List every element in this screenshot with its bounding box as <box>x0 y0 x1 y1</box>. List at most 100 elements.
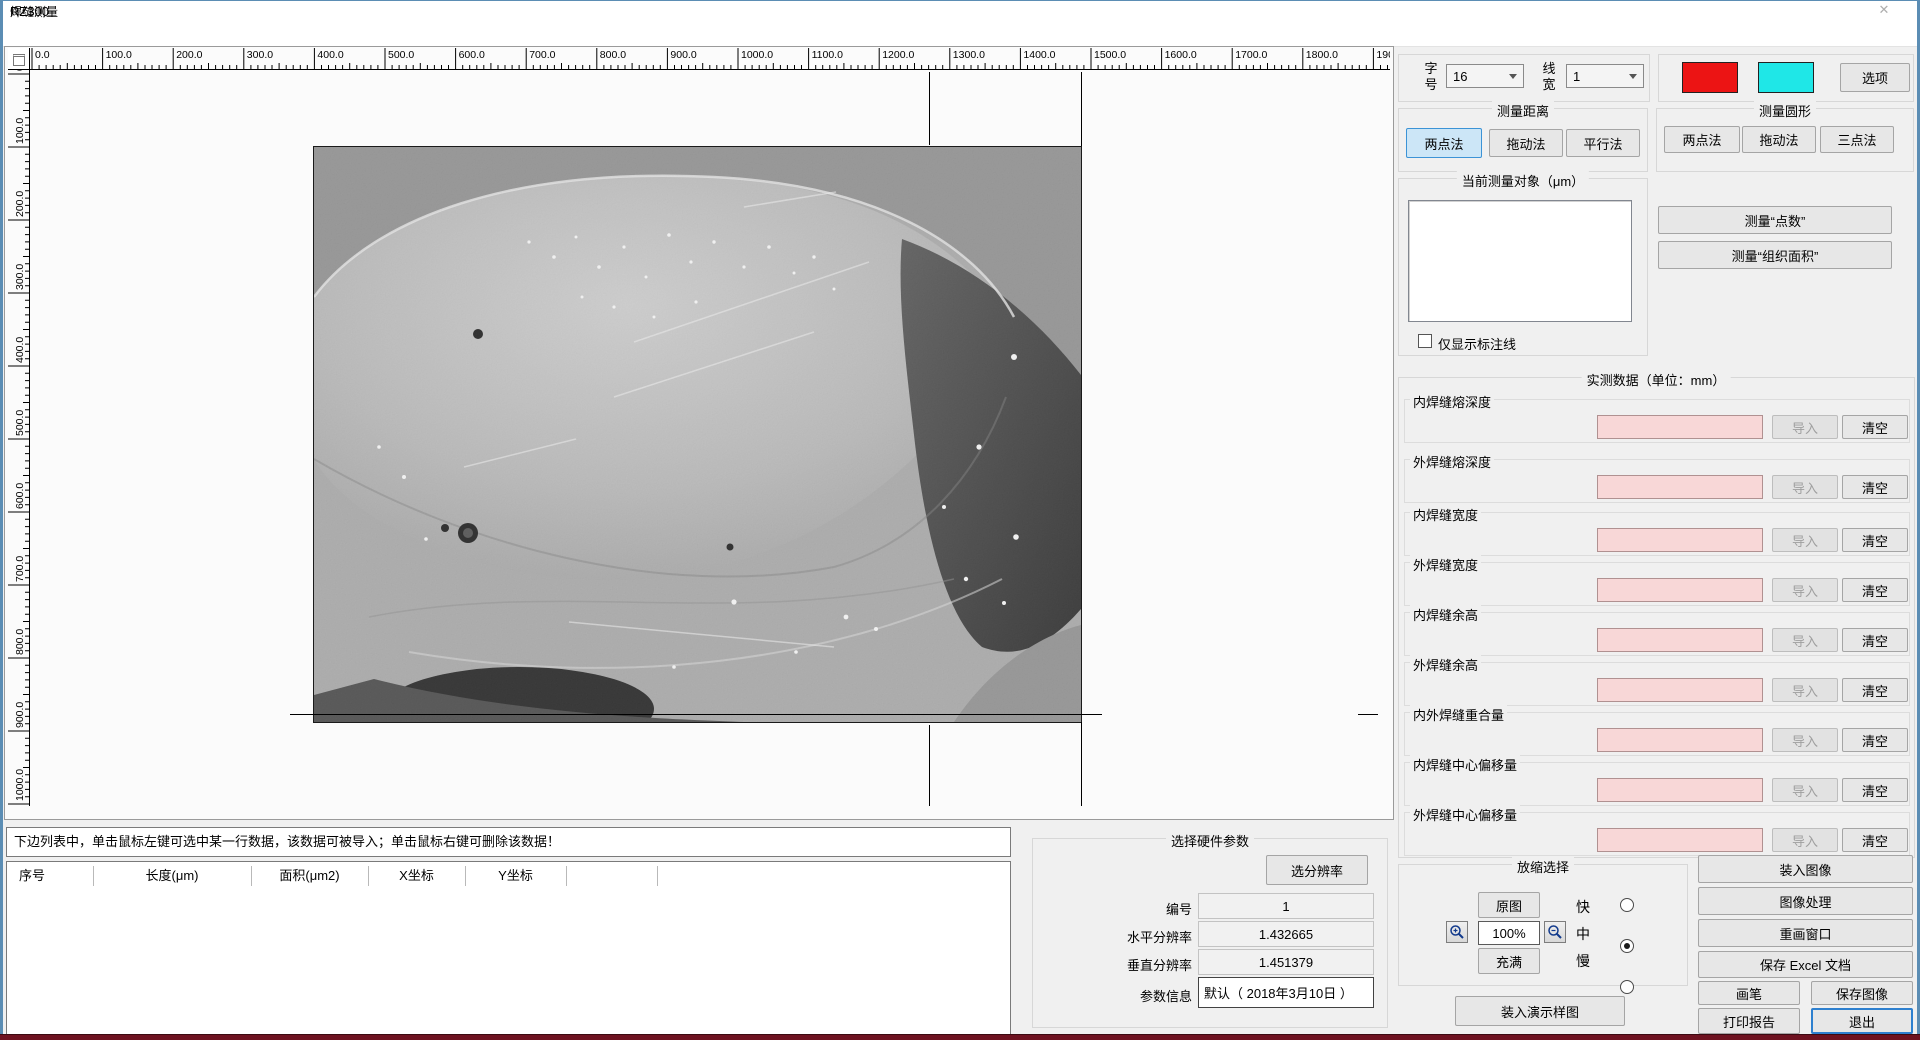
measurement-row-label: 内焊缝宽度 <box>1410 505 1481 524</box>
import-button[interactable]: 导入 <box>1772 628 1838 652</box>
circle-two-point-button[interactable]: 两点法 <box>1664 126 1740 153</box>
measurement-value-field[interactable] <box>1597 678 1763 702</box>
import-button[interactable]: 导入 <box>1772 778 1838 802</box>
clear-button[interactable]: 清空 <box>1842 528 1908 552</box>
hruler-label: 1700.0 <box>1235 49 1267 61</box>
measurement-table[interactable]: 序号长度(μm)面积(μm2)X坐标Y坐标 <box>6 861 1011 1035</box>
zoom-percent-field[interactable]: 100% <box>1478 921 1540 945</box>
clear-button[interactable]: 清空 <box>1842 415 1908 439</box>
field-id[interactable]: 1 <box>1198 893 1374 919</box>
print-report-button[interactable]: 打印报告 <box>1698 1008 1800 1034</box>
field-vres[interactable]: 1.451379 <box>1198 949 1374 975</box>
distance-drag-button[interactable]: 拖动法 <box>1489 129 1563 157</box>
table-header-divider <box>93 866 94 886</box>
zoom-groupbox <box>1398 864 1688 986</box>
vruler-label: 0.0 <box>14 70 26 71</box>
measurement-row-label: 内焊缝熔深度 <box>1410 392 1494 411</box>
import-button[interactable]: 导入 <box>1772 528 1838 552</box>
import-button[interactable]: 导入 <box>1772 728 1838 752</box>
measurement-row-label: 内外焊缝重合量 <box>1410 705 1507 724</box>
zoom-fill-button[interactable]: 充满 <box>1478 948 1540 974</box>
field-paraminfo[interactable]: 默认（ 2018年3月10日 ） <box>1198 977 1374 1008</box>
vertical-guide-line-bottom <box>929 725 930 806</box>
vruler-label: 100.0 <box>14 118 26 144</box>
field-label-paraminfo: 参数信息 <box>1040 986 1192 1005</box>
measure-points-button[interactable]: 测量“点数” <box>1658 206 1892 234</box>
clear-button[interactable]: 清空 <box>1842 678 1908 702</box>
menu-item-rz300[interactable]: RZ300 <box>10 4 49 19</box>
image-processing-button[interactable]: 图像处理 <box>1698 887 1913 915</box>
measurement-value-field[interactable] <box>1597 728 1763 752</box>
speed-slow-radio[interactable] <box>1620 980 1634 994</box>
hruler-label: 200.0 <box>176 49 202 61</box>
hruler-label: 500.0 <box>388 49 414 61</box>
vruler-label: 600.0 <box>14 483 26 509</box>
clear-button[interactable]: 清空 <box>1842 778 1908 802</box>
import-button[interactable]: 导入 <box>1772 578 1838 602</box>
speed-fast-radio[interactable] <box>1620 898 1634 912</box>
circle-group-title: 测量圆形 <box>1754 101 1816 120</box>
show-annotation-only-label: 仅显示标注线 <box>1438 334 1516 353</box>
zoom-out-icon[interactable] <box>1544 921 1566 943</box>
save-image-button[interactable]: 保存图像 <box>1811 981 1913 1005</box>
redraw-window-button[interactable]: 重画窗口 <box>1698 919 1913 947</box>
table-header-cell[interactable]: 序号 <box>7 867 93 885</box>
hruler-label: 600.0 <box>459 49 485 61</box>
import-button[interactable]: 导入 <box>1772 415 1838 439</box>
weld-specimen-image[interactable] <box>313 146 1082 723</box>
vertical-guide-line-right-bottom <box>1081 722 1082 806</box>
measure-color-swatch-red[interactable] <box>1682 62 1738 93</box>
zoom-original-button[interactable]: 原图 <box>1478 892 1540 918</box>
load-demo-image-button[interactable]: 装入演示样图 <box>1455 996 1625 1026</box>
font-size-dropdown[interactable]: 16 <box>1446 64 1524 88</box>
field-hres[interactable]: 1.432665 <box>1198 921 1374 947</box>
application-window: 焊缝测量 ✕ RZ300 0.0100.0200.0300.0400.0500.… <box>0 0 1920 1040</box>
table-header-cell[interactable]: X坐标 <box>368 867 465 885</box>
options-button[interactable]: 选项 <box>1840 63 1910 92</box>
import-button[interactable]: 导入 <box>1772 475 1838 499</box>
table-header-cell[interactable]: Y坐标 <box>465 867 566 885</box>
speed-fast-label: 快 <box>1576 897 1590 917</box>
distance-two-point-button[interactable]: 两点法 <box>1406 128 1482 158</box>
load-image-button[interactable]: 装入图像 <box>1698 855 1913 883</box>
hruler-label: 400.0 <box>317 49 343 61</box>
circle-drag-button[interactable]: 拖动法 <box>1742 126 1816 153</box>
measurement-value-field[interactable] <box>1597 475 1763 499</box>
zoom-in-icon[interactable] <box>1446 921 1468 943</box>
paintbrush-button[interactable]: 画笔 <box>1698 981 1800 1005</box>
clear-button[interactable]: 清空 <box>1842 828 1908 852</box>
show-annotation-only-checkbox[interactable] <box>1418 334 1432 348</box>
clear-button[interactable]: 清空 <box>1842 728 1908 752</box>
select-resolution-button[interactable]: 选分辨率 <box>1266 855 1368 885</box>
vertical-guide-line-right-top <box>1081 72 1082 146</box>
clear-button[interactable]: 清空 <box>1842 475 1908 499</box>
import-button[interactable]: 导入 <box>1772 828 1838 852</box>
exit-button[interactable]: 退出 <box>1811 1008 1913 1034</box>
measurement-value-field[interactable] <box>1597 628 1763 652</box>
import-button[interactable]: 导入 <box>1772 678 1838 702</box>
measure-area-button[interactable]: 测量“组织面积” <box>1658 241 1892 269</box>
circle-three-point-button[interactable]: 三点法 <box>1820 126 1894 153</box>
measurement-value-field[interactable] <box>1597 828 1763 852</box>
table-header-cell[interactable]: 长度(μm) <box>93 867 251 885</box>
speed-medium-radio[interactable] <box>1620 939 1634 953</box>
clear-button[interactable]: 清空 <box>1842 578 1908 602</box>
measurement-value-field[interactable] <box>1597 528 1763 552</box>
hruler-label: 300.0 <box>247 49 273 61</box>
measure-color-swatch-cyan[interactable] <box>1758 62 1814 93</box>
chevron-down-icon <box>1509 74 1517 79</box>
field-label-hres: 水平分辨率 <box>1040 927 1192 946</box>
line-width-value: 1 <box>1573 69 1580 84</box>
line-width-dropdown[interactable]: 1 <box>1566 64 1644 88</box>
measurement-value-field[interactable] <box>1597 578 1763 602</box>
current-object-listbox[interactable] <box>1408 200 1632 322</box>
save-excel-button[interactable]: 保存 Excel 文档 <box>1698 951 1913 978</box>
measurement-value-field[interactable] <box>1597 778 1763 802</box>
measurement-value-field[interactable] <box>1597 415 1763 439</box>
table-header-cell[interactable]: 面积(μm2) <box>251 867 368 885</box>
clear-button[interactable]: 清空 <box>1842 628 1908 652</box>
line-width-label: 线宽 <box>1542 61 1556 93</box>
close-icon[interactable]: ✕ <box>1862 1 1906 19</box>
field-label-vres: 垂直分辨率 <box>1040 955 1192 974</box>
distance-parallel-button[interactable]: 平行法 <box>1566 129 1640 157</box>
